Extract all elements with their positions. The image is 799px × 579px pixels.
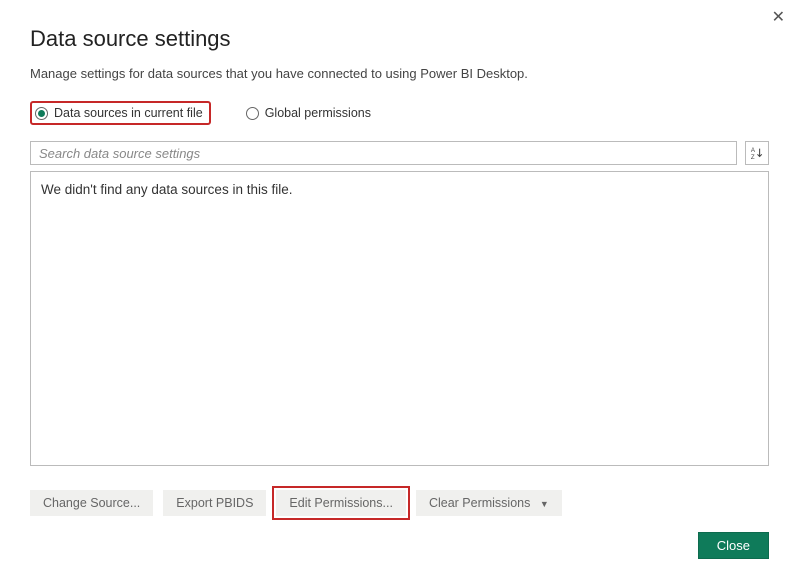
chevron-down-icon: ▼ [540,499,549,509]
search-row: A Z [30,141,769,165]
scope-radio-group: Data sources in current file Global perm… [30,101,769,125]
edit-permissions-button[interactable]: Edit Permissions... [276,490,406,516]
svg-text:A: A [751,147,756,154]
dialog-title: Data source settings [30,26,769,52]
radio-global-permissions[interactable]: Global permissions [241,101,379,125]
dialog-subtitle: Manage settings for data sources that yo… [30,66,769,81]
search-input[interactable] [30,141,737,165]
clear-permissions-label: Clear Permissions [429,496,530,510]
radio-dot-icon [35,107,48,120]
radio-dot-icon [246,107,259,120]
change-source-button[interactable]: Change Source... [30,490,153,516]
action-button-row: Change Source... Export PBIDS Edit Permi… [30,490,769,516]
export-pbids-button[interactable]: Export PBIDS [163,490,266,516]
sort-az-icon: A Z [750,146,764,160]
radio-global-label: Global permissions [265,106,371,120]
svg-text:Z: Z [751,154,755,160]
clear-permissions-button[interactable]: Clear Permissions ▼ [416,490,562,516]
close-button[interactable]: Close [698,532,769,559]
empty-results-message: We didn't find any data sources in this … [41,182,292,197]
dialog-footer: Close [698,532,769,559]
radio-current-file[interactable]: Data sources in current file [30,101,211,125]
close-icon[interactable]: ✕ [772,10,785,26]
results-list: We didn't find any data sources in this … [30,171,769,466]
radio-current-file-label: Data sources in current file [54,106,203,120]
sort-az-button[interactable]: A Z [745,141,769,165]
